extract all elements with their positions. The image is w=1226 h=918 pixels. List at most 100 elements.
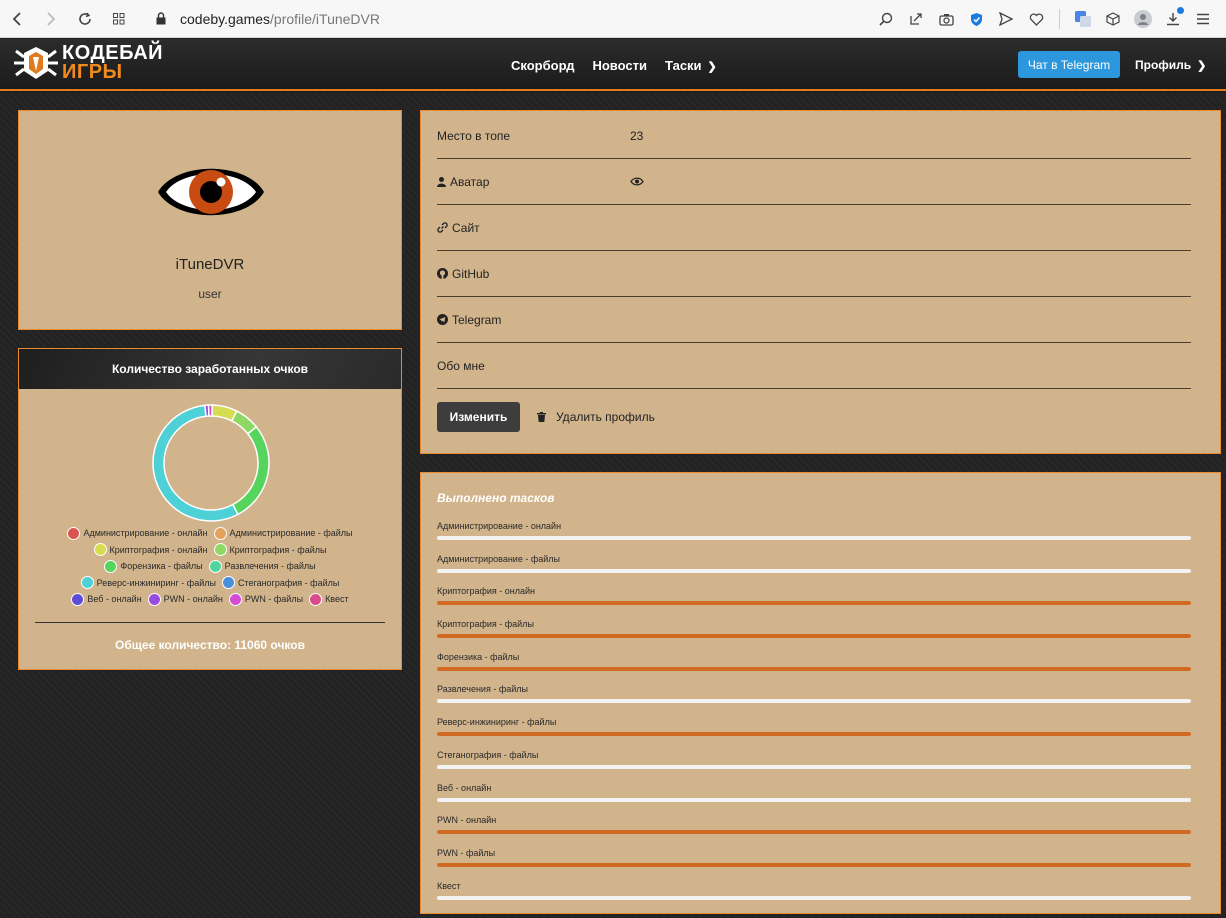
avatar-card: iTuneDVR user	[18, 110, 402, 330]
profile-menu[interactable]: Профиль ❯	[1135, 39, 1206, 91]
task-progress-bar	[437, 699, 1191, 704]
legend-item[interactable]: Реверс-инжиниринг - файлы	[80, 576, 216, 590]
menu-icon[interactable]	[1190, 6, 1216, 32]
tasks-title: Выполнено тасков	[437, 491, 555, 505]
legend-item[interactable]: Стеганография - файлы	[221, 576, 339, 590]
points-divider	[35, 622, 385, 623]
task-label: PWN - онлайн	[437, 815, 497, 826]
task-progress-bar	[437, 634, 1191, 639]
github-icon	[437, 268, 448, 279]
points-card: Количество заработанных очков Администри…	[18, 348, 402, 670]
forward-button[interactable]	[34, 0, 68, 38]
points-donut-chart	[152, 404, 270, 522]
account-avatar-icon[interactable]	[1130, 6, 1156, 32]
task-progress-fill	[437, 601, 1191, 606]
task-item: Криптография - онлайн	[437, 584, 1191, 617]
donut-segment[interactable]	[152, 404, 239, 522]
delete-profile-button[interactable]: Удалить профиль	[537, 402, 655, 432]
info-label-github: GitHub	[452, 266, 490, 281]
legend-item[interactable]: Криптография - файлы	[213, 543, 326, 557]
task-item: Администрирование - онлайн	[437, 519, 1191, 552]
legend-item[interactable]: Квест	[309, 592, 349, 606]
legend-item[interactable]: PWN - файлы	[228, 592, 303, 606]
legend-color-swatch	[228, 592, 242, 606]
chevron-right-icon: ❯	[707, 60, 717, 73]
camera-icon[interactable]	[933, 6, 959, 32]
legend-color-swatch	[93, 543, 107, 557]
heart-icon[interactable]	[1023, 6, 1049, 32]
translate-icon[interactable]	[1070, 6, 1096, 32]
nav-news[interactable]: Новости	[592, 58, 647, 73]
legend-item[interactable]: Администрирование - файлы	[213, 526, 353, 540]
info-label-avatar: Аватар	[450, 174, 490, 189]
info-row-telegram: Telegram	[437, 297, 1191, 343]
task-progress-fill	[437, 862, 1191, 867]
task-item: PWN - файлы	[437, 846, 1191, 879]
address-bar[interactable]: codeby.games/profile/iTuneDVR	[156, 0, 380, 38]
legend-label: Веб - онлайн	[87, 594, 142, 605]
info-label-telegram: Telegram	[452, 312, 502, 327]
task-progress-fill	[437, 666, 1191, 671]
download-icon[interactable]	[1160, 6, 1186, 32]
legend-color-swatch	[104, 559, 118, 573]
legend-color-swatch	[213, 543, 227, 557]
nav-scoreboard[interactable]: Скорборд	[511, 58, 574, 73]
donut-segment[interactable]	[207, 404, 213, 417]
info-value-rank: 23	[630, 128, 644, 143]
chevron-right-icon: ❯	[1197, 59, 1207, 72]
main-nav: Скорборд Новости Таски ❯	[511, 39, 717, 91]
notification-dot	[1177, 7, 1184, 14]
forward-arrow-icon	[47, 11, 56, 26]
site-logo[interactable]: КОДЕБАЙ ИГРЫ	[12, 43, 163, 83]
edit-profile-button[interactable]: Изменить	[437, 402, 520, 432]
task-label: Криптография - онлайн	[437, 586, 536, 597]
legend-row: Администрирование - онлайн Администрирова…	[29, 525, 391, 542]
info-row-site: Сайт	[437, 205, 1191, 251]
legend-item[interactable]: Администрирование - онлайн	[67, 526, 208, 540]
share-icon[interactable]	[903, 6, 929, 32]
legend-item[interactable]: Форензика - файлы	[104, 559, 203, 573]
tasks-card: Выполнено тасков Администрирование - онл…	[420, 472, 1221, 914]
legend-item[interactable]: Развлечения - файлы	[208, 559, 316, 573]
task-label: Веб - онлайн	[437, 782, 492, 793]
search-icon[interactable]	[873, 6, 899, 32]
task-item: Веб - онлайн	[437, 781, 1191, 814]
task-progress-bar	[437, 732, 1191, 737]
tasks-list: Администрирование - онлайн Администрирова…	[437, 519, 1191, 911]
legend-label: PWN - онлайн	[163, 594, 223, 605]
profile-label: Профиль	[1135, 58, 1192, 72]
info-label-about: Обо мне	[437, 358, 485, 373]
reload-button[interactable]	[68, 0, 102, 38]
task-label: PWN - файлы	[437, 847, 496, 858]
telegram-chat-button[interactable]: Чат в Telegram	[1018, 51, 1120, 78]
legend-color-swatch	[309, 592, 323, 606]
task-progress-bar	[437, 830, 1191, 835]
info-row-about: Обо мне	[437, 343, 1191, 389]
logo-text-bottom: ИГРЫ	[62, 61, 123, 83]
browser-toolbar: codeby.games/profile/iTuneDVR	[0, 0, 1226, 38]
donut-segment[interactable]	[231, 425, 270, 516]
legend-color-swatch	[221, 576, 235, 590]
reload-icon	[79, 12, 91, 25]
eye-icon[interactable]	[630, 177, 644, 186]
legend-item[interactable]: Криптография - онлайн	[93, 543, 208, 557]
task-item: Стеганография - файлы	[437, 748, 1191, 781]
back-button[interactable]	[0, 0, 34, 38]
task-label: Криптография - файлы	[437, 619, 534, 630]
task-progress-bar	[437, 862, 1191, 867]
task-item: Реверс-инжиниринг - файлы	[437, 715, 1191, 748]
task-progress-bar	[437, 536, 1191, 540]
task-item: Квест	[437, 879, 1191, 912]
cube-icon[interactable]	[1100, 6, 1126, 32]
legend-item[interactable]: Веб - онлайн	[71, 592, 142, 606]
speed-dial-button[interactable]	[102, 0, 136, 38]
send-icon[interactable]	[993, 6, 1019, 32]
legend-item[interactable]: PWN - онлайн	[147, 592, 223, 606]
task-progress-bar	[437, 764, 1191, 769]
legend-color-swatch	[71, 592, 85, 606]
nav-tasks[interactable]: Таски ❯	[665, 58, 717, 73]
shield-icon[interactable]	[963, 6, 989, 32]
task-item: Развлечения - файлы	[437, 682, 1191, 715]
nav-tasks-label: Таски	[664, 57, 702, 73]
info-row-rank: Место в топе 23	[437, 113, 1191, 159]
